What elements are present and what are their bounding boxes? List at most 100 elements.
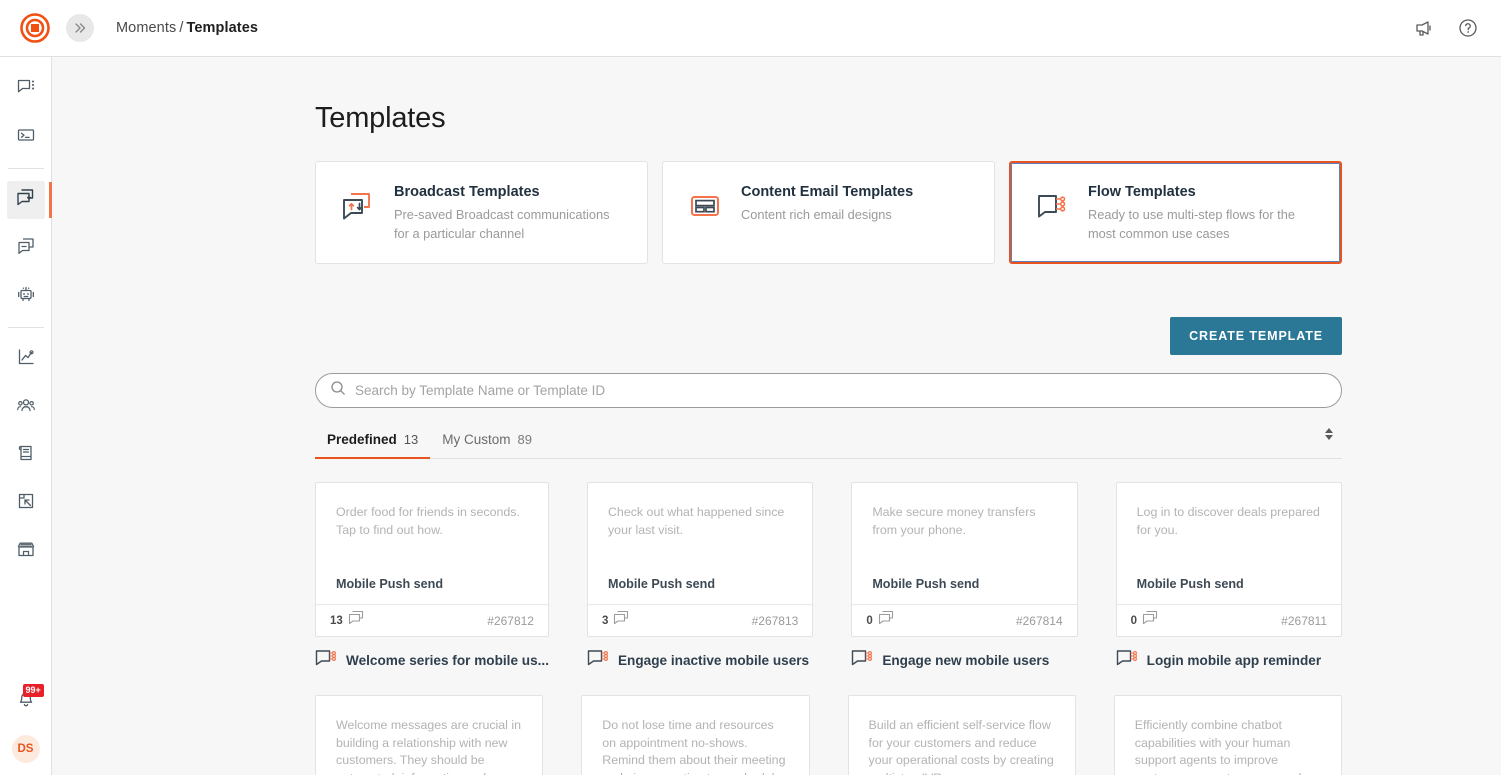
flow-templates-icon [587, 648, 610, 672]
template-tabs: Predefined 13 My Custom 89 [315, 418, 1342, 459]
sidebar-item-conversations[interactable] [7, 70, 45, 108]
template-usage-count: 3 [602, 615, 608, 627]
content-email-templates-icon [685, 186, 725, 226]
template-item: Order food for friends in seconds. Tap t… [315, 482, 549, 672]
template-card[interactable]: Order food for friends in seconds. Tap t… [315, 482, 549, 637]
template-item: Build an efficient self-service flow for… [848, 695, 1076, 775]
duplicate-chat-icon [348, 610, 365, 631]
template-id: #267812 [487, 614, 534, 628]
sidebar-item-analytics[interactable] [7, 340, 45, 378]
template-card-body: Check out what happened since your last … [588, 483, 812, 577]
template-usage-count: 0 [1131, 615, 1137, 627]
analytics-icon [16, 347, 36, 372]
template-name-row[interactable]: Welcome series for mobile us... [315, 648, 549, 672]
template-card[interactable]: Check out what happened since your last … [587, 482, 813, 637]
duplicate-chat-icon [613, 610, 630, 631]
type-card-flow-templates[interactable]: Flow Templates Ready to use multi-step f… [1009, 161, 1342, 264]
template-card[interactable]: Log in to discover deals prepared for yo… [1116, 482, 1342, 637]
template-item: Efficiently combine chatbot capabilities… [1114, 695, 1342, 775]
sidebar-item-chatbot[interactable] [7, 277, 45, 315]
double-chevron-right-icon[interactable] [66, 14, 94, 42]
template-preview-text: Order food for friends in seconds. Tap t… [336, 504, 528, 539]
type-card-desc: Content rich email designs [741, 206, 913, 225]
create-template-button[interactable]: CREATE TEMPLATE [1170, 317, 1342, 355]
search-bar[interactable] [315, 373, 1342, 408]
sort-button[interactable] [1316, 425, 1342, 458]
flow-templates-icon [1032, 186, 1072, 226]
page-title: Templates [315, 57, 1342, 135]
type-card-text: Flow Templates Ready to use multi-step f… [1088, 184, 1321, 243]
infobip-logo-icon[interactable] [20, 13, 50, 43]
type-card-content-email-templates[interactable]: Content Email Templates Content rich ema… [662, 161, 995, 264]
template-grid-row-1: Order food for friends in seconds. Tap t… [315, 482, 1342, 672]
template-usage: 13 [330, 610, 365, 631]
question-circle-icon[interactable] [1453, 13, 1483, 43]
avatar[interactable]: DS [12, 735, 40, 763]
catalog-icon [16, 443, 36, 468]
template-preview-text: Efficiently combine chatbot capabilities… [1135, 717, 1321, 775]
sidebar-item-moments[interactable] [7, 181, 45, 219]
template-card-footer: 0 #267811 [1117, 604, 1341, 636]
template-card-body: Build an efficient self-service flow for… [849, 696, 1075, 775]
breadcrumb-current: Templates [186, 20, 258, 36]
template-item: Check out what happened since your last … [587, 482, 813, 672]
template-card-body: Do not lose time and resources on appoin… [582, 696, 808, 775]
people-icon [16, 395, 36, 420]
breadcrumb-parent[interactable]: Moments [116, 20, 176, 36]
left-rail: 99+ DS [0, 57, 52, 775]
sidebar-item-catalog[interactable] [7, 436, 45, 474]
sidebar-item-storefront[interactable] [7, 532, 45, 570]
search-input[interactable] [355, 383, 1327, 398]
chatbot-icon [16, 284, 36, 309]
template-name-row[interactable]: Engage new mobile users [851, 648, 1077, 672]
template-channel: Mobile Push send [1117, 577, 1341, 604]
template-preview-text: Log in to discover deals prepared for yo… [1137, 504, 1321, 539]
megaphone-icon[interactable] [1409, 13, 1439, 43]
rail-divider [8, 327, 44, 328]
rail-bottom: 99+ DS [7, 683, 45, 775]
moments-icon [15, 187, 36, 213]
type-card-broadcast-templates[interactable]: Broadcast Templates Pre-saved Broadcast … [315, 161, 648, 264]
search-icon [330, 380, 346, 401]
template-channel: Mobile Push send [316, 577, 548, 604]
template-channel: Mobile Push send [852, 577, 1076, 604]
app-shell: 99+ DS Templates [0, 57, 1501, 775]
sidebar-item-terminal[interactable] [7, 118, 45, 156]
template-name: Engage new mobile users [882, 653, 1049, 668]
sort-updown-icon [1322, 425, 1336, 448]
template-type-cards: Broadcast Templates Pre-saved Broadcast … [315, 161, 1342, 264]
template-card[interactable]: Efficiently combine chatbot capabilities… [1114, 695, 1342, 775]
template-usage-count: 13 [330, 615, 343, 627]
template-card[interactable]: Do not lose time and resources on appoin… [581, 695, 809, 775]
template-card[interactable]: Make secure money transfers from your ph… [851, 482, 1077, 637]
create-template-row: CREATE TEMPLATE [315, 317, 1342, 355]
template-name-row[interactable]: Login mobile app reminder [1116, 648, 1342, 672]
tab-predefined[interactable]: Predefined 13 [315, 432, 430, 458]
main-content: Templates Broadcast Templates Pr [52, 57, 1501, 775]
conversations-icon [16, 77, 36, 102]
template-name-row[interactable]: Engage inactive mobile users [587, 648, 813, 672]
template-preview-text: Do not lose time and resources on appoin… [602, 717, 788, 775]
broadcast-icon [16, 236, 36, 261]
template-usage: 0 [1131, 610, 1159, 631]
tab-count: 89 [518, 432, 532, 447]
template-item: Make secure money transfers from your ph… [851, 482, 1077, 672]
notification-badge: 99+ [23, 684, 44, 697]
type-card-title: Flow Templates [1088, 184, 1321, 200]
sidebar-item-forms[interactable] [7, 484, 45, 522]
tab-my-custom[interactable]: My Custom 89 [430, 432, 544, 458]
template-card-body: Make secure money transfers from your ph… [852, 483, 1076, 577]
template-card-body: Log in to discover deals prepared for yo… [1117, 483, 1341, 577]
flow-templates-icon [1116, 648, 1139, 672]
type-card-title: Content Email Templates [741, 184, 913, 200]
sidebar-item-broadcast[interactable] [7, 229, 45, 267]
template-item: Log in to discover deals prepared for yo… [1116, 482, 1342, 672]
template-card[interactable]: Welcome messages are crucial in building… [315, 695, 543, 775]
tab-label: My Custom [442, 432, 510, 447]
template-card-footer: 13 #267812 [316, 604, 548, 636]
template-channel: Mobile Push send [588, 577, 812, 604]
template-card[interactable]: Build an efficient self-service flow for… [848, 695, 1076, 775]
breadcrumb-separator: / [179, 20, 183, 36]
sidebar-item-people[interactable] [7, 388, 45, 426]
notifications-button[interactable]: 99+ [7, 683, 45, 721]
